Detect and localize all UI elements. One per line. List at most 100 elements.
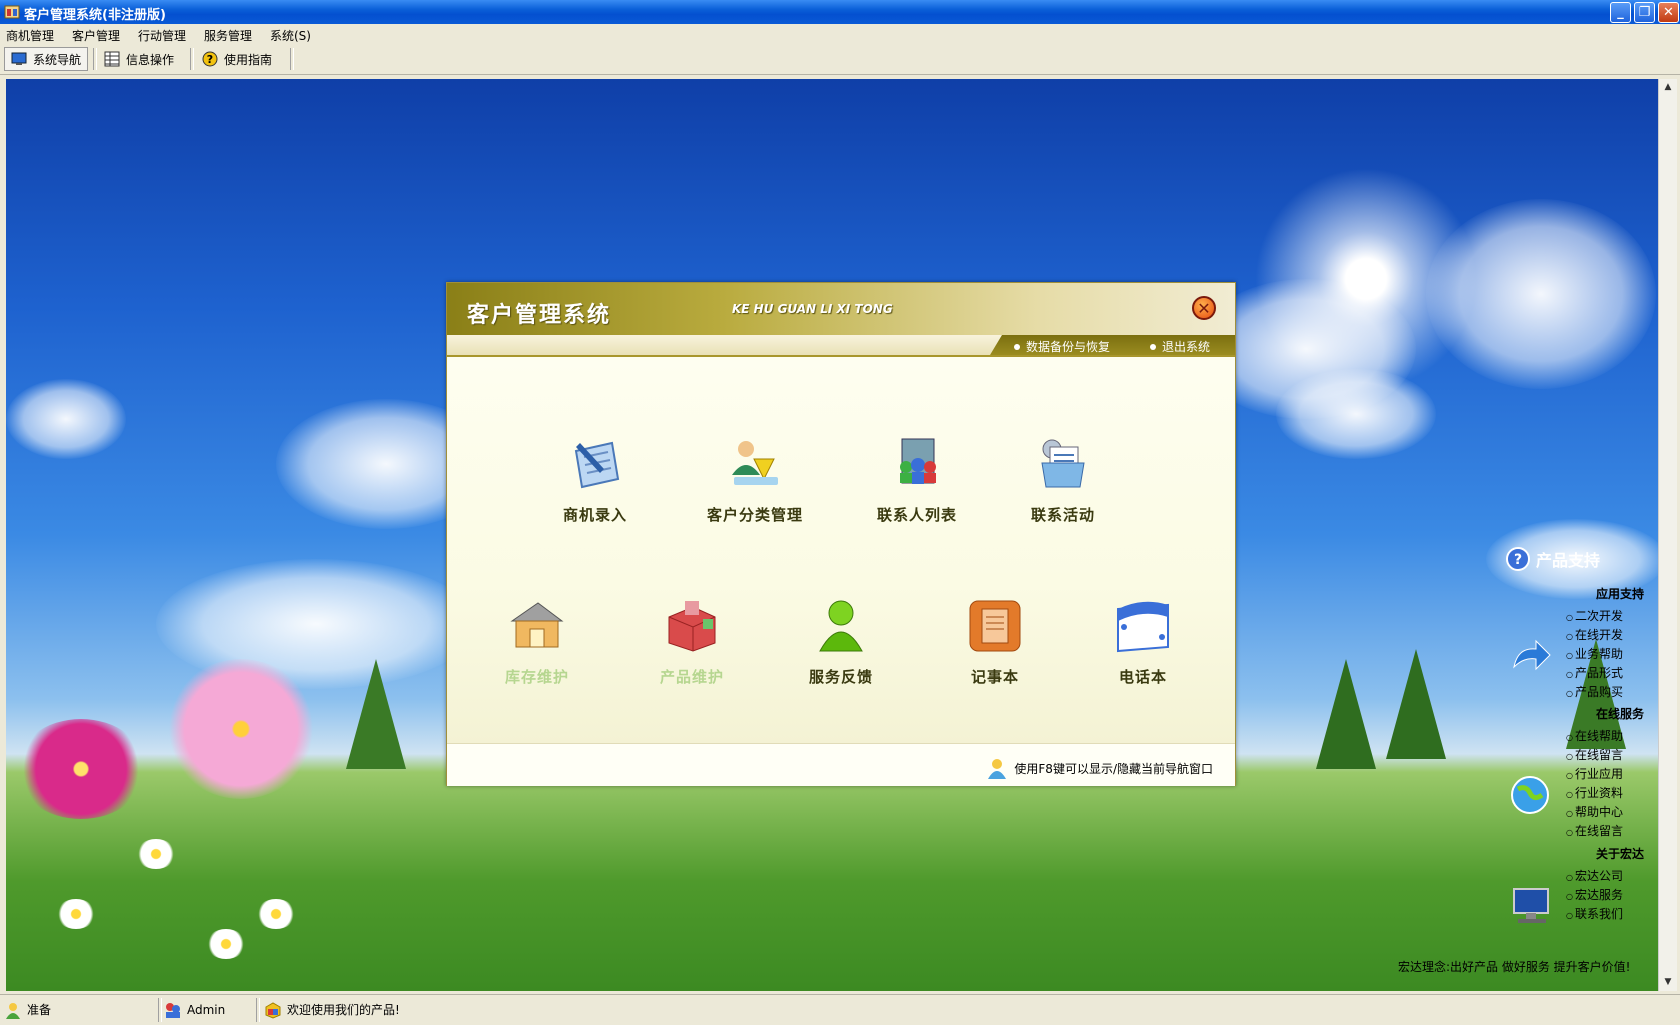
- svg-text:?: ?: [1514, 552, 1522, 568]
- menu-opportunity[interactable]: 商机管理: [6, 27, 54, 44]
- dialog-link-bar: 数据备份与恢复 退出系统: [447, 335, 1235, 355]
- info-tab-button[interactable]: 信息操作: [98, 47, 186, 71]
- grid-icon: [104, 51, 120, 67]
- status-user: Admin: [164, 999, 225, 1020]
- minimize-button[interactable]: _: [1610, 2, 1631, 23]
- contact-list-tile[interactable]: 联系人列表: [857, 435, 977, 525]
- dialog-divider: [447, 355, 1235, 357]
- contact-list-label: 联系人列表: [876, 506, 957, 524]
- title-bar: 客户管理系统(非注册版) _ ❐ ✕: [0, 0, 1680, 24]
- flower-decoration: [16, 719, 146, 819]
- scroll-down-icon[interactable]: ▼: [1659, 974, 1677, 991]
- status-ready: 准备: [4, 999, 51, 1020]
- toolbar-separator: [190, 48, 194, 70]
- link-product-form[interactable]: 产品形式: [1566, 664, 1623, 681]
- dialog-title: 客户管理系统: [467, 303, 612, 328]
- customer-category-label: 客户分类管理: [706, 506, 803, 524]
- product-support-panel: ? 产品支持 应用支持 二次开发 在线开发 业务帮助 产品形式 产品购买 在线服…: [1500, 545, 1660, 985]
- contact-activity-label: 联系活动: [1030, 506, 1095, 524]
- cloud-decoration: [6, 379, 126, 459]
- vertical-scrollbar[interactable]: ▲ ▼: [1658, 79, 1677, 991]
- support-title: 产品支持: [1536, 551, 1601, 570]
- link-company[interactable]: 宏达公司: [1566, 867, 1623, 884]
- backup-restore-link[interactable]: 数据备份与恢复: [1014, 338, 1110, 355]
- inventory-label: 库存维护: [504, 668, 569, 686]
- link-company-service[interactable]: 宏达服务: [1566, 886, 1623, 903]
- link-industry-app[interactable]: 行业应用: [1566, 765, 1623, 782]
- menu-system[interactable]: 系统(S): [270, 27, 311, 44]
- link-online-message[interactable]: 在线留言: [1566, 746, 1623, 763]
- phonebook-icon: [1117, 601, 1169, 653]
- contact-activity-tile[interactable]: 联系活动: [1003, 435, 1123, 525]
- warehouse-icon: [510, 602, 564, 648]
- close-button[interactable]: ✕: [1658, 2, 1679, 23]
- info-tab-label: 信息操作: [126, 52, 175, 67]
- service-feedback-tile[interactable]: 服务反馈: [781, 597, 901, 687]
- link-online-dev[interactable]: 在线开发: [1566, 626, 1623, 643]
- shortcut-hint-text: 使用F8键可以显示/隐藏当前导航窗口: [1014, 761, 1213, 776]
- customer-category-tile[interactable]: 客户分类管理: [695, 435, 815, 525]
- document-pen-icon: [574, 441, 620, 489]
- notepad-icon: [969, 600, 1021, 652]
- opportunity-entry-tile[interactable]: 商机录入: [535, 435, 655, 525]
- help-icon: ?: [202, 51, 218, 67]
- users-download-icon: [732, 441, 778, 485]
- user-icon: [166, 1002, 180, 1018]
- inventory-tile[interactable]: 库存维护: [477, 597, 597, 687]
- question-icon: ?: [1506, 547, 1530, 571]
- phonebook-label: 电话本: [1118, 668, 1167, 686]
- link-online-message-2[interactable]: 在线留言: [1566, 822, 1623, 839]
- bullet-icon: [1150, 343, 1156, 350]
- tree-decoration: [346, 659, 406, 769]
- globe-icon: [1511, 776, 1549, 814]
- status-message-text: 欢迎使用我们的产品!: [287, 1003, 400, 1017]
- nav-tab-button[interactable]: 系统导航: [4, 47, 88, 71]
- tree-decoration: [1316, 659, 1376, 769]
- guide-tab-label: 使用指南: [224, 52, 273, 67]
- phonebook-tile[interactable]: 电话本: [1083, 597, 1203, 687]
- product-box-icon: [668, 601, 716, 652]
- company-slogan: 宏达理念:出好产品 做好服务 提升客户价值!: [1398, 960, 1631, 974]
- menu-action[interactable]: 行动管理: [138, 27, 186, 44]
- exit-system-link[interactable]: 退出系统: [1150, 338, 1210, 355]
- scroll-up-icon[interactable]: ▲: [1659, 79, 1677, 96]
- product-tile[interactable]: 产品维护: [632, 597, 752, 687]
- dialog-footer: 使用F8键可以显示/隐藏当前导航窗口: [447, 743, 1235, 786]
- window-title: 客户管理系统(非注册版): [24, 8, 166, 23]
- shortcut-hint: 使用F8键可以显示/隐藏当前导航窗口: [986, 757, 1213, 779]
- dialog-subtitle: KE HU GUAN LI XI TONG: [732, 302, 893, 316]
- flower-decoration: [256, 899, 296, 929]
- menu-customer[interactable]: 客户管理: [72, 27, 120, 44]
- notebook-tile[interactable]: 记事本: [935, 597, 1055, 687]
- arrow-icon: [1513, 639, 1551, 671]
- status-ready-text: 准备: [27, 1003, 52, 1017]
- computer-icon: [1513, 888, 1549, 923]
- flower-decoration: [56, 899, 96, 929]
- link-help-center[interactable]: 帮助中心: [1566, 803, 1623, 820]
- status-message: 欢迎使用我们的产品!: [264, 999, 400, 1020]
- flower-decoration: [166, 659, 316, 799]
- product-label: 产品维护: [659, 668, 724, 686]
- cloud-decoration: [1276, 369, 1436, 459]
- opportunity-entry-label: 商机录入: [562, 506, 627, 524]
- tree-decoration: [1386, 649, 1446, 759]
- exit-system-label: 退出系统: [1162, 340, 1211, 354]
- maximize-button[interactable]: ❐: [1634, 2, 1655, 23]
- status-separator: [158, 998, 162, 1022]
- menu-bar: 商机管理 客户管理 行动管理 服务管理 系统(S): [0, 24, 1680, 44]
- link-custom-dev[interactable]: 二次开发: [1566, 607, 1623, 624]
- link-contact-us[interactable]: 联系我们: [1566, 905, 1623, 922]
- online-service-heading: 在线服务: [1596, 707, 1645, 721]
- svg-text:?: ?: [207, 53, 213, 66]
- dialog-close-button[interactable]: ✕: [1192, 296, 1216, 320]
- link-online-help[interactable]: 在线帮助: [1566, 727, 1623, 744]
- link-product-buy[interactable]: 产品购买: [1566, 683, 1623, 700]
- link-business-help[interactable]: 业务帮助: [1566, 645, 1623, 662]
- link-industry-data[interactable]: 行业资料: [1566, 784, 1623, 801]
- guide-tab-button[interactable]: ? 使用指南: [196, 47, 286, 71]
- menu-service[interactable]: 服务管理: [204, 27, 252, 44]
- monitor-icon: [11, 52, 27, 65]
- contacts-group-icon: [900, 438, 936, 484]
- bullet-icon: [1014, 343, 1020, 350]
- toolbar: 系统导航 信息操作 ? 使用指南: [0, 44, 1680, 75]
